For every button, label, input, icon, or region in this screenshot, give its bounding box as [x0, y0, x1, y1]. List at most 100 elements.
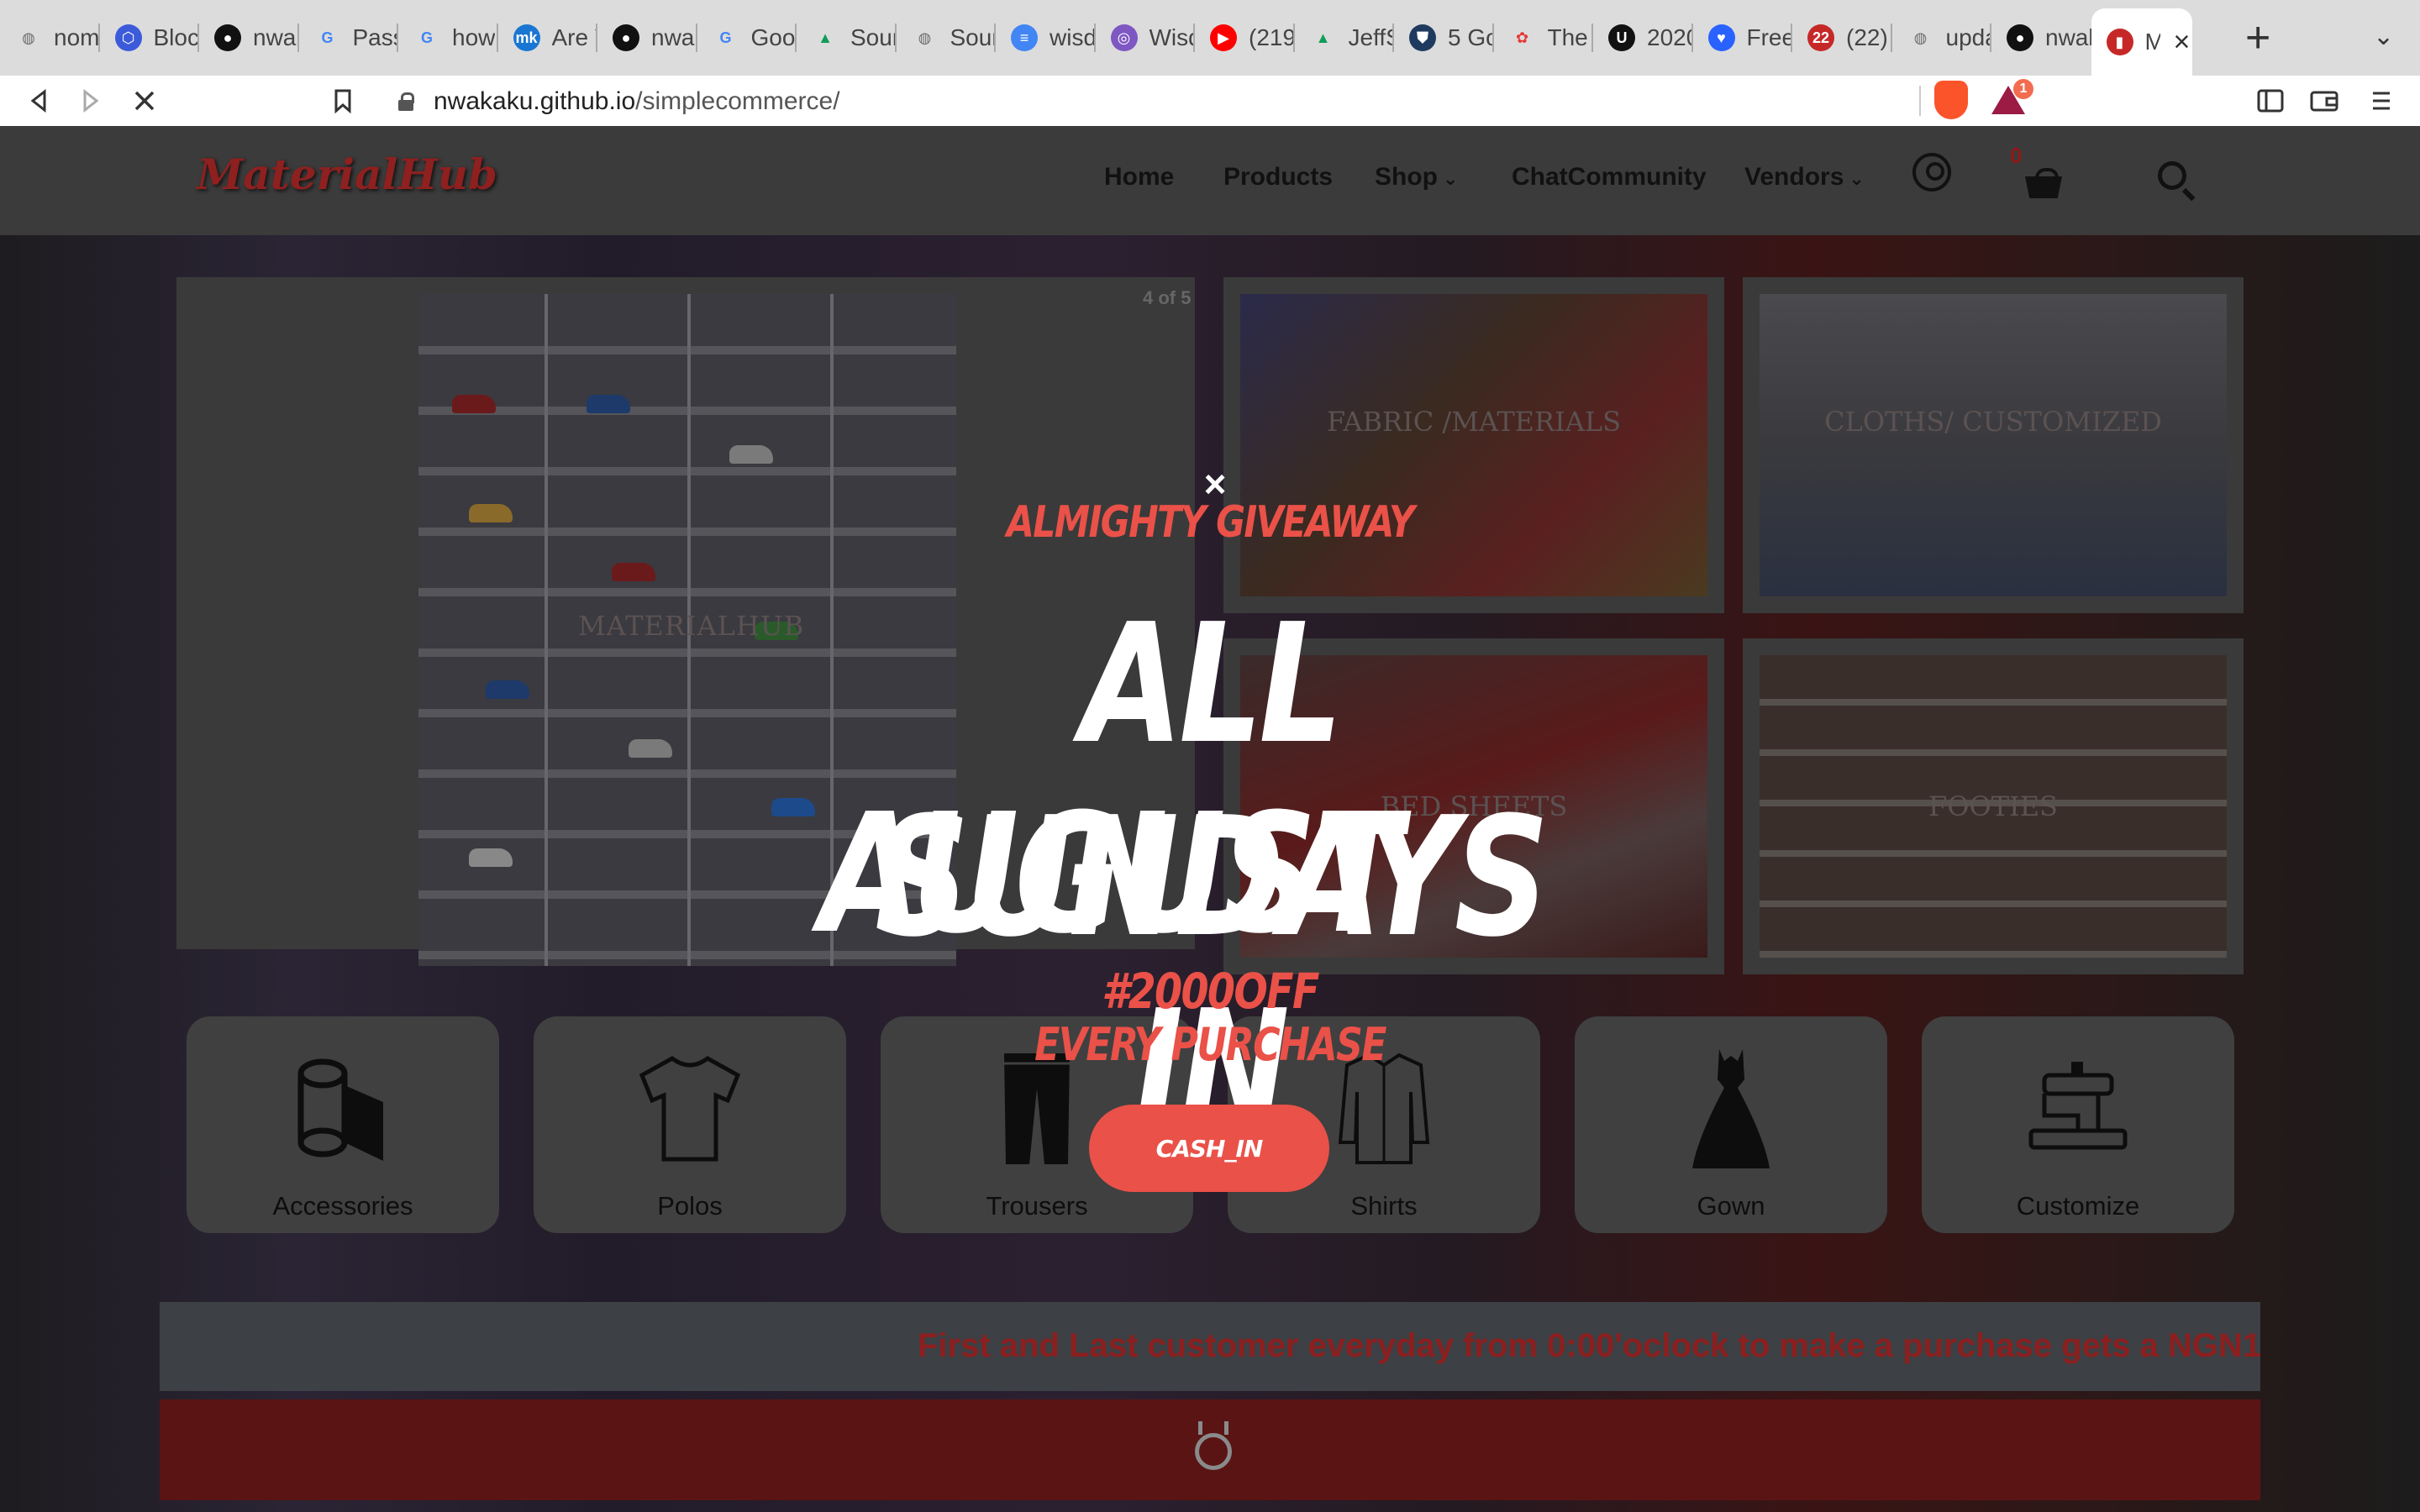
cash-in-button[interactable]: CASH_IN	[1089, 1105, 1329, 1192]
browser-tab-title: The Y	[1547, 24, 1594, 50]
nav-vendors[interactable]: Vendors ⌄	[1744, 163, 1865, 192]
browser-tab[interactable]: G Goog	[697, 12, 797, 64]
nav-products[interactable]: Products	[1223, 163, 1333, 192]
bookmark-button[interactable]	[326, 82, 360, 119]
product-card-accessories[interactable]: Accessories	[187, 1016, 499, 1233]
wallet-button[interactable]	[2306, 82, 2343, 119]
browser-tab[interactable]: ⬡ Block	[100, 12, 200, 64]
browser-tab-title: Wisd	[1149, 24, 1196, 50]
new-tab-button[interactable]: +	[2245, 16, 2270, 60]
modal-kicker: ALMIGHTY GIVEAWAY	[1006, 497, 1415, 548]
user-account-icon[interactable]	[1912, 153, 1951, 192]
nav-shop[interactable]: Shop ⌄	[1375, 163, 1458, 192]
browser-tab-title: JeffS	[1348, 24, 1395, 50]
browser-tab[interactable]: mk Are Y	[498, 12, 598, 64]
browser-tab-title: (22)	[1846, 24, 1888, 50]
globe-icon: ◍	[22, 29, 35, 46]
browser-tab[interactable]: ≡ wisd	[996, 12, 1096, 64]
browser-tab[interactable]: ▲ Sour	[797, 12, 897, 64]
drive-icon: ▲	[818, 29, 833, 46]
browser-tab[interactable]: U 2020	[1593, 12, 1693, 64]
browser-tab-title: Are Y	[551, 24, 598, 50]
category-footies[interactable]: FOOTIES	[1743, 638, 2244, 974]
browser-tab[interactable]: ▶ (219	[1195, 12, 1295, 64]
bookmark-icon	[334, 89, 351, 113]
browser-tab[interactable]: ● nwak	[597, 12, 697, 64]
browser-tab-title: 2020	[1647, 24, 1693, 50]
browser-tab[interactable]: ◍ upda	[1892, 12, 1991, 64]
modal-headline-line-2: AUGUST	[819, 779, 1403, 970]
browser-tab-title: Goog	[750, 24, 797, 50]
youtube-icon: ▶	[1210, 24, 1237, 51]
brave-rewards-button[interactable]: 1	[1991, 79, 2033, 118]
toolbar-divider	[1919, 86, 1921, 116]
hexagon-icon: ⬡	[114, 24, 142, 51]
page-content: MaterialHub Home Products Shop ⌄ ChatComm…	[0, 126, 2420, 1512]
close-tab-icon[interactable]: ×	[2174, 28, 2191, 56]
browser-tab[interactable]: ▲ JeffS	[1295, 12, 1395, 64]
browser-tab-title: how	[452, 24, 496, 50]
browser-tab-title: Sour	[950, 24, 997, 50]
chevron-down-icon: ⌄	[1849, 168, 1865, 189]
site-navbar: MaterialHub Home Products Shop ⌄ ChatComm…	[0, 126, 2420, 235]
site-icon: ▮	[2106, 29, 2133, 55]
github-icon: ●	[214, 24, 241, 51]
nav-home[interactable]: Home	[1104, 163, 1174, 192]
browser-tab[interactable]: ◍ Sour	[897, 12, 997, 64]
wisdom-icon: ◎	[1110, 24, 1138, 51]
sidebar-toggle-button[interactable]	[2252, 82, 2289, 119]
category-label: FABRIC /MATERIALS	[1326, 406, 1622, 438]
browser-tab-title: nwak	[2045, 24, 2091, 50]
menu-button[interactable]	[2365, 82, 2398, 119]
shopping-basket-icon[interactable]	[2025, 168, 2065, 198]
browser-tab[interactable]: G Pass	[299, 12, 398, 64]
nav-chatcommunity[interactable]: ChatCommunity	[1512, 163, 1707, 192]
github-icon: ●	[613, 24, 639, 51]
address-bar[interactable]: nwakaku.github.io/simplecommerce/	[378, 81, 2042, 123]
tab-list-chevron-icon[interactable]: ⌄	[2373, 22, 2394, 51]
nav-shop-label: Shop	[1375, 163, 1438, 191]
browser-tab-title: Block	[153, 24, 200, 50]
browser-tab-title: wisd	[1050, 24, 1096, 50]
brave-shields-icon[interactable]	[1934, 81, 1968, 119]
browser-tab[interactable]: Ghow	[398, 12, 498, 64]
browser-tab-title: Sour	[850, 24, 897, 50]
forward-button[interactable]	[74, 82, 108, 119]
modal-close-button[interactable]: ×	[1198, 465, 1232, 503]
stop-loading-button[interactable]	[126, 82, 163, 119]
browser-tab[interactable]: ⛊ 5 Go	[1394, 12, 1494, 64]
cart-count: 0	[2010, 143, 2023, 168]
browser-tab[interactable]: ● nwak	[1991, 12, 2091, 64]
browser-tab-title: nwak	[651, 24, 697, 50]
search-icon[interactable]	[2158, 161, 2186, 190]
chevron-down-icon: ⌄	[1443, 168, 1459, 189]
browser-tab-title: nwak	[253, 24, 299, 50]
back-button[interactable]	[22, 82, 55, 119]
promo-text: First and Last customer everyday from 0:…	[918, 1327, 2260, 1364]
drive-icon: ▲	[1315, 29, 1331, 46]
browser-tab[interactable]: ▮ M ×	[2091, 8, 2192, 76]
browser-tab-title: (219	[1249, 24, 1295, 50]
category-cloths-customized[interactable]: CLOTHS/ CUSTOMIZED	[1743, 277, 2244, 613]
product-name: Customize	[2016, 1191, 2140, 1221]
u-icon: U	[1608, 24, 1635, 51]
browser-tab[interactable]: ♥ Free	[1693, 12, 1792, 64]
globe-icon: ◍	[918, 29, 932, 46]
browser-tab[interactable]: ✿ The Y	[1494, 12, 1594, 64]
calendar-icon: 22	[1807, 24, 1834, 51]
browser-tab-bar: ◍nomi⬡Block●nwakGPassGhowmkAre Y●nwakGGo…	[0, 0, 2420, 76]
back-icon	[30, 89, 46, 113]
browser-tab[interactable]: ◎ Wisd	[1096, 12, 1196, 64]
google-icon: G	[420, 29, 433, 46]
google-icon: G	[321, 29, 334, 46]
category-label: CLOTHS/ CUSTOMIZED	[1824, 406, 2162, 438]
stop-icon	[134, 91, 155, 111]
url-path: /simplecommerce/	[635, 87, 840, 115]
product-card-customize[interactable]: Customize	[1922, 1016, 2234, 1233]
browser-tab[interactable]: ● nwak	[199, 12, 299, 64]
browser-tab[interactable]: 22 (22)	[1792, 12, 1892, 64]
browser-tab[interactable]: ◍ nomi	[0, 12, 99, 64]
nbc-icon: ✿	[1515, 29, 1529, 46]
site-logo[interactable]: MaterialHub	[197, 150, 497, 199]
forward-icon	[83, 89, 99, 113]
